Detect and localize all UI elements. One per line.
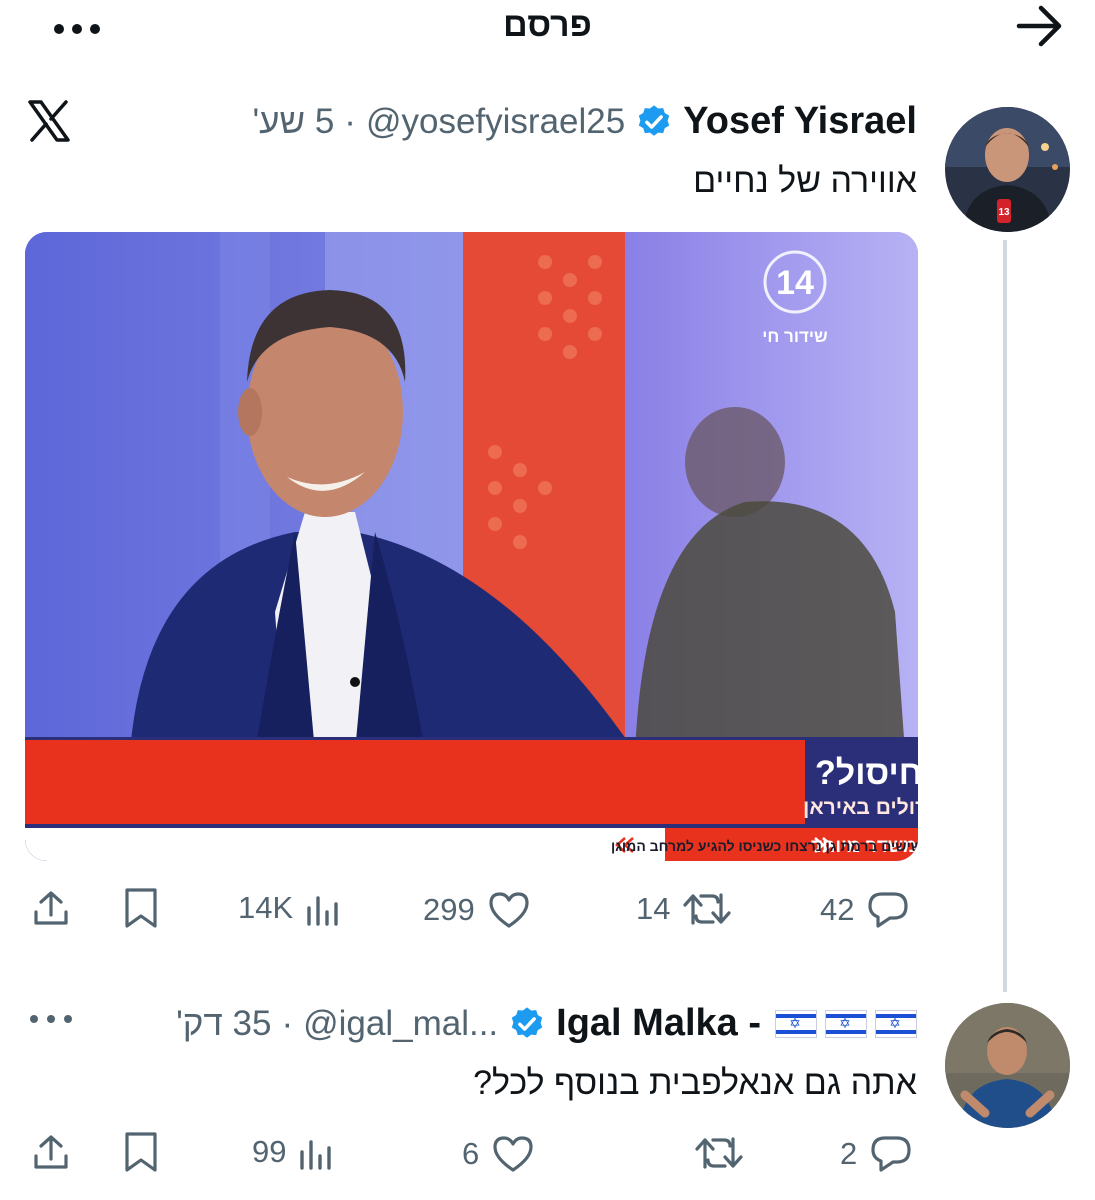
- reply-replies-count: 2: [840, 1136, 858, 1171]
- mic-badge-label: 13: [998, 207, 1010, 218]
- bookmark-icon: [125, 1132, 157, 1172]
- separator-dot: ·: [281, 1003, 294, 1043]
- like-button[interactable]: 299: [423, 890, 531, 930]
- reply-time[interactable]: 35 דק': [176, 1004, 271, 1044]
- likes-count: 299: [423, 892, 475, 927]
- thread-line: [1003, 240, 1007, 992]
- retweet-icon: [683, 893, 732, 925]
- reply-button[interactable]: 42: [820, 890, 910, 930]
- reply-bubble-icon: [871, 1136, 911, 1172]
- reply-handle[interactable]: @igal_mal...: [303, 1004, 498, 1044]
- replies-count: 42: [820, 892, 855, 927]
- retweet-button[interactable]: 14: [636, 890, 732, 928]
- views-chart-icon: [300, 1140, 332, 1170]
- reply-views-button[interactable]: 99: [252, 1134, 334, 1170]
- reply-reply-button[interactable]: 2: [840, 1134, 913, 1174]
- reply-bookmark-button[interactable]: [121, 1130, 161, 1179]
- reply-author-name[interactable]: Igal Malka -: [556, 1002, 761, 1045]
- page-title: פרסם: [503, 6, 592, 44]
- verified-badge-icon: [639, 104, 670, 136]
- tv-subheadline: אווירה של נחיים בשמאל סביב החיסולים הגדו…: [803, 796, 918, 819]
- reply-views-count: 99: [252, 1134, 287, 1169]
- bookmark-icon: [125, 888, 157, 928]
- tweet-media-image[interactable]: 14 שידור חי מתבאסים על החיסול? אווירה של…: [25, 232, 918, 861]
- views-button[interactable]: 14K: [238, 890, 341, 926]
- tweet-header: 5 שע' · @yosefyisrael25 Yosef Yisrael: [253, 100, 918, 143]
- reply-bubble-icon: [868, 892, 909, 928]
- verified-badge-icon: [511, 1006, 543, 1038]
- share-icon: [34, 891, 68, 925]
- reply-likes-count: 6: [462, 1136, 480, 1171]
- separator-dot: ·: [344, 101, 356, 141]
- israel-flags: ✡ ✡ ✡: [771, 1009, 917, 1038]
- tweet-handle[interactable]: @yosefyisrael25: [366, 102, 625, 142]
- reply-share-button[interactable]: [30, 1132, 72, 1179]
- tv-headline: מתבאסים על החיסול?: [815, 754, 918, 792]
- heart-icon: [493, 1136, 533, 1172]
- reply-avatar[interactable]: [945, 1003, 1070, 1128]
- tweet-time[interactable]: 5 שע': [253, 102, 335, 142]
- views-chart-icon: [307, 896, 338, 926]
- israel-flag-icon: ✡: [875, 1009, 917, 1038]
- author-name[interactable]: Yosef Yisrael: [683, 100, 917, 143]
- author-avatar[interactable]: 13: [945, 107, 1070, 232]
- reply-more-icon[interactable]: [28, 1012, 74, 1030]
- tweet-text: אווירה של נחיים: [693, 162, 917, 200]
- heart-icon: [489, 892, 529, 928]
- share-button[interactable]: [30, 888, 72, 935]
- views-count: 14K: [238, 890, 294, 925]
- bookmark-button[interactable]: [121, 886, 161, 935]
- share-icon: [34, 1135, 68, 1169]
- retweet-icon: [695, 1137, 743, 1169]
- live-label: שידור חי: [762, 327, 828, 346]
- reply-like-button[interactable]: 6: [462, 1134, 535, 1174]
- reply-retweet-button[interactable]: [682, 1134, 744, 1172]
- reply-text: אתה גם אנאלפבית בנוסף לכל?: [473, 1064, 917, 1102]
- top-bar: פרסם: [0, 0, 1095, 60]
- reply-header: 35 דק' · @igal_mal... Igal Malka - ✡ ✡ ✡: [176, 1002, 917, 1045]
- arrow-right-icon[interactable]: [1015, 4, 1065, 53]
- retweets-count: 14: [636, 891, 671, 926]
- channel-logo-label: 14: [776, 264, 814, 302]
- israel-flag-icon: ✡: [775, 1009, 817, 1038]
- israel-flag-icon: ✡: [825, 1009, 867, 1038]
- ticker-text: זוג הקשישים ברמת גן נרצחו כשניסו להגיע ל…: [611, 838, 918, 854]
- x-logo-icon: [26, 98, 72, 149]
